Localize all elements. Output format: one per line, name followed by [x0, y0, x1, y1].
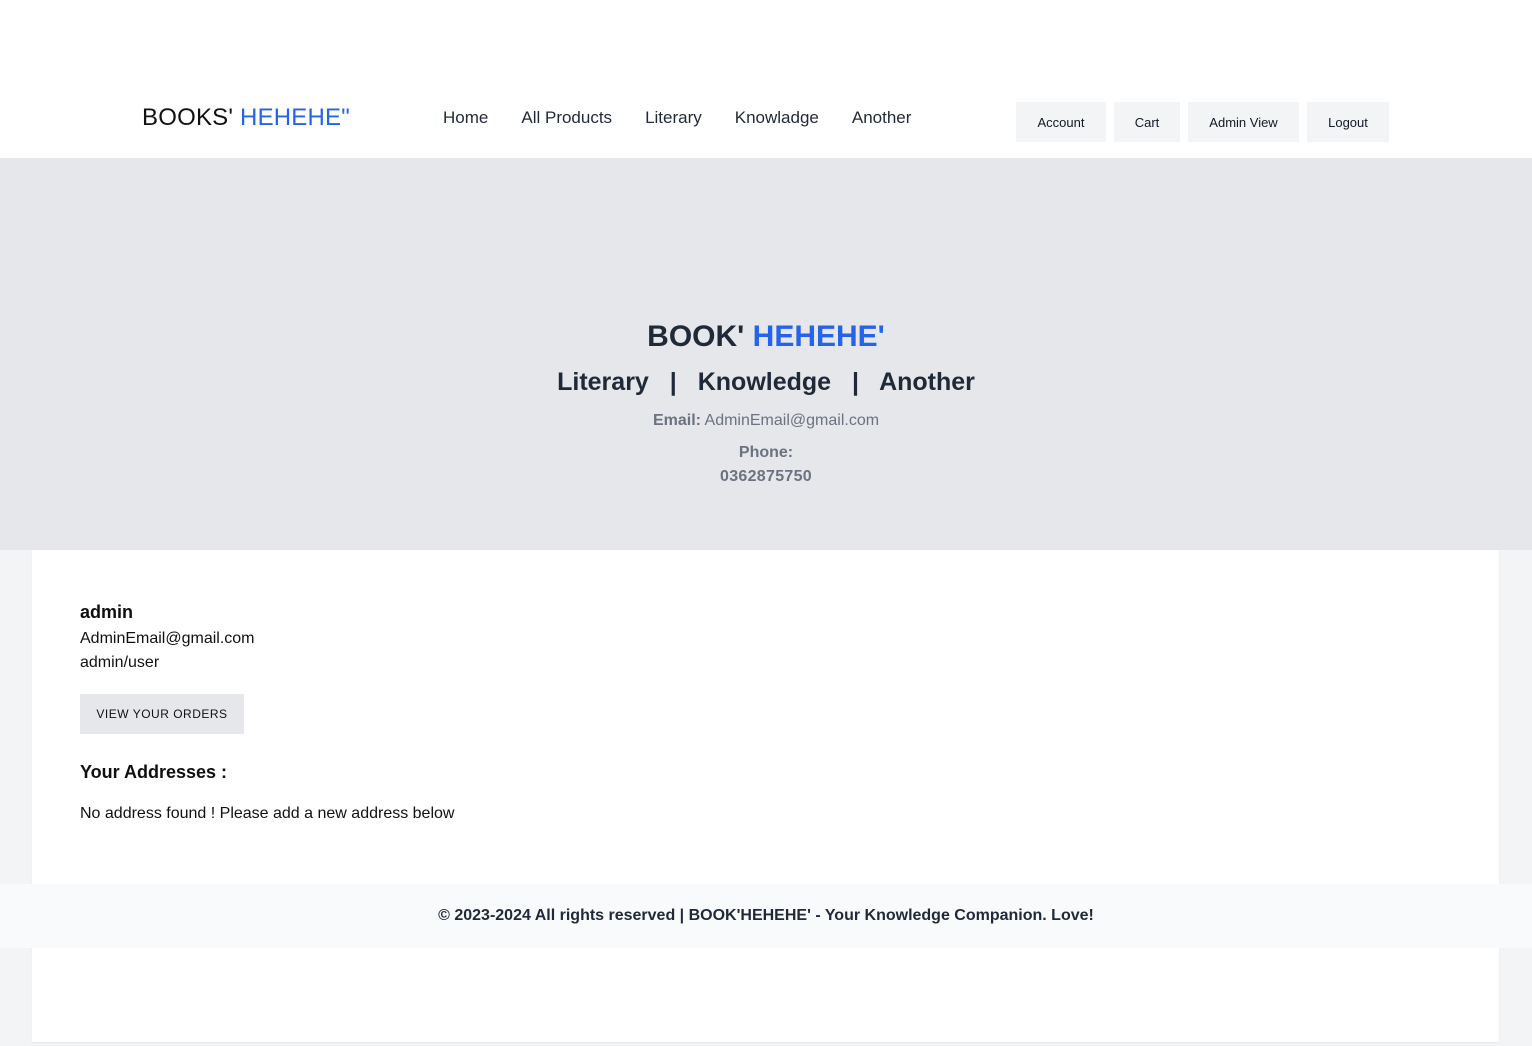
brand-logo[interactable]: BOOKS' HEHEHE"	[142, 104, 350, 132]
hero-separator: |	[852, 368, 860, 396]
hero-categories: Literary | Knowledge | Another	[0, 368, 1532, 397]
hero-email-label: Email:	[652, 412, 701, 429]
hero-banner: BOOK' HEHEHE' Literary | Knowledge | Ano…	[0, 158, 1532, 550]
nav-literary[interactable]: Literary	[645, 108, 702, 128]
footer-text: © 2023-2024 All rights reserved | BOOK'H…	[438, 907, 1094, 924]
account-role: admin/user	[80, 654, 160, 671]
hero-title: BOOK' HEHEHE'	[0, 320, 1532, 354]
hero-email: Email: AdminEmail@gmail.com	[0, 412, 1532, 430]
hero-category-another: Another	[879, 368, 975, 396]
nav-knowladge[interactable]: Knowladge	[735, 108, 819, 128]
site-header: BOOKS' HEHEHE" Home All Products Literar…	[0, 0, 1532, 158]
nav-all-products[interactable]: All Products	[521, 108, 612, 128]
hero-category-literary: Literary	[557, 368, 649, 396]
hero-title-main: BOOK'	[647, 320, 745, 353]
no-address-message: No address found ! Please add a new addr…	[80, 805, 455, 822]
nav-another[interactable]: Another	[852, 108, 912, 128]
hero-category-knowledge: Knowledge	[697, 368, 832, 396]
account-button[interactable]: Account	[1016, 102, 1106, 142]
page: BOOKS' HEHEHE" Home All Products Literar…	[0, 0, 1532, 1046]
logout-button[interactable]: Logout	[1307, 102, 1389, 142]
site-footer: © 2023-2024 All rights reserved | BOOK'H…	[0, 884, 1532, 948]
header-actions: Account Cart Admin View Logout	[1016, 102, 1389, 142]
main-nav: Home All Products Literary Knowladge Ano…	[443, 108, 911, 128]
account-name: admin	[80, 602, 134, 622]
brand-accent: HEHEHE"	[240, 104, 350, 131]
cart-button[interactable]: Cart	[1114, 102, 1180, 142]
hero-email-value: AdminEmail@gmail.com	[704, 412, 880, 429]
hero-phone-label: Phone:	[738, 444, 794, 461]
hero-phone-value: 0362875750	[720, 468, 812, 485]
account-email: AdminEmail@gmail.com	[80, 630, 255, 647]
nav-home[interactable]: Home	[443, 108, 488, 128]
addresses-title: Your Addresses :	[80, 762, 228, 782]
view-orders-button[interactable]: VIEW YOUR ORDERS	[80, 694, 244, 734]
hero-separator: |	[669, 368, 677, 396]
hero-title-accent: HEHEHE'	[752, 320, 885, 353]
admin-view-button[interactable]: Admin View	[1188, 102, 1299, 142]
brand-main: BOOKS'	[142, 104, 234, 131]
account-card: admin AdminEmail@gmail.com admin/user VI…	[32, 550, 1499, 1042]
